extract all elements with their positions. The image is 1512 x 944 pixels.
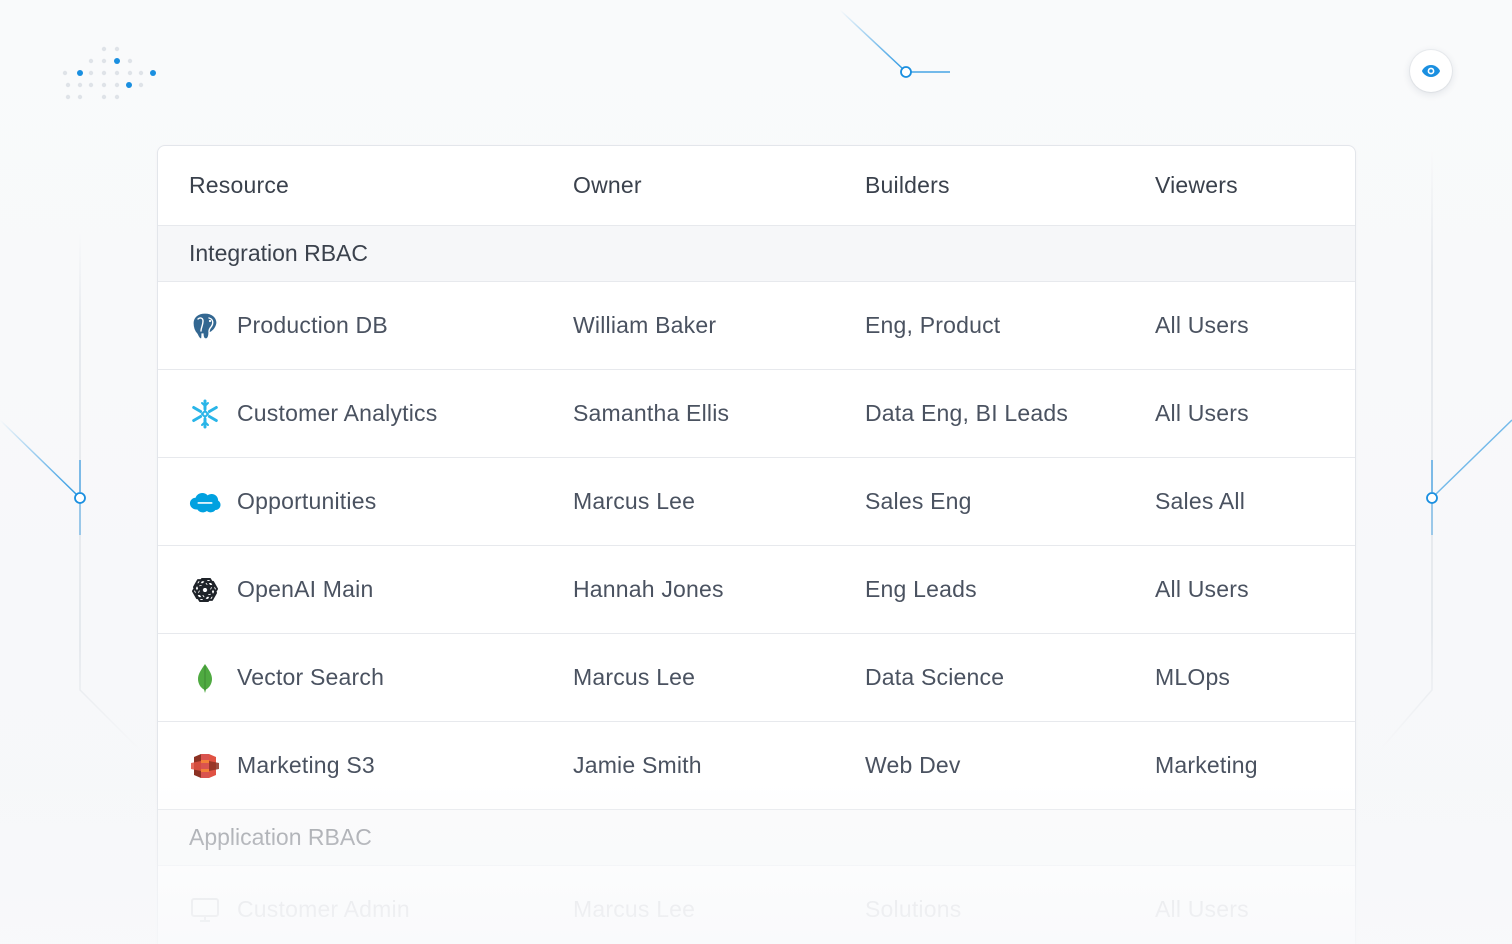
- table-row-opportunities[interactable]: Opportunities Marcus Lee Sales Eng Sales…: [158, 458, 1355, 546]
- owner-name: Jamie Smith: [573, 752, 702, 778]
- table-row-openai-main[interactable]: OpenAI Main Hannah Jones Eng Leads All U…: [158, 546, 1355, 634]
- openai-knot-icon: [189, 574, 221, 606]
- visibility-toggle-button[interactable]: [1410, 50, 1452, 92]
- owner-name: Marcus Lee: [573, 664, 696, 690]
- viewers-list: All Users: [1155, 896, 1249, 922]
- table-row-production-db[interactable]: Production DB William Baker Eng, Product…: [158, 282, 1355, 370]
- group-header-application-rbac[interactable]: Application RBAC: [158, 810, 1355, 866]
- viewers-list: Sales All: [1155, 488, 1246, 514]
- stage: Resource Owner Builders Viewers Integrat…: [0, 0, 1512, 944]
- rbac-table: Resource Owner Builders Viewers Integrat…: [157, 145, 1356, 944]
- owner-name: Marcus Lee: [573, 488, 696, 514]
- column-header-viewers[interactable]: Viewers: [1155, 172, 1238, 199]
- builders-list: Sales Eng: [865, 488, 972, 514]
- table-row-vector-search[interactable]: Vector Search Marcus Lee Data Science ML…: [158, 634, 1355, 722]
- monitor-icon: [189, 894, 221, 926]
- resource-name: OpenAI Main: [237, 576, 374, 602]
- viewers-list: Marketing: [1155, 752, 1258, 778]
- owner-name: Samantha Ellis: [573, 400, 730, 426]
- owner-name: Hannah Jones: [573, 576, 724, 602]
- builders-list: Web Dev: [865, 752, 961, 778]
- builders-list: Data Eng, BI Leads: [865, 400, 1069, 426]
- resource-name: Opportunities: [237, 488, 377, 514]
- builders-list: Eng, Product: [865, 312, 1001, 338]
- resource-name: Customer Admin: [237, 896, 410, 922]
- aws-s3-bucket-icon: [189, 750, 221, 782]
- dot-matrix: [62, 46, 156, 100]
- eye-icon: [1422, 65, 1440, 77]
- table-row-customer-analytics[interactable]: Customer Analytics Samantha Ellis Data E…: [158, 370, 1355, 458]
- postgres-elephant-icon: [189, 310, 221, 342]
- column-header-resource[interactable]: Resource: [189, 172, 289, 199]
- resource-name: Customer Analytics: [237, 400, 438, 426]
- snowflake-icon: [189, 398, 221, 430]
- column-header-owner[interactable]: Owner: [573, 172, 642, 199]
- mongodb-leaf-icon: [189, 662, 221, 694]
- salesforce-cloud-icon: [189, 486, 221, 518]
- owner-name: William Baker: [573, 312, 717, 338]
- viewers-list: All Users: [1155, 312, 1249, 338]
- viewers-list: MLOps: [1155, 664, 1231, 690]
- table-row-customer-admin[interactable]: Customer Admin Marcus Lee Solutions All …: [158, 866, 1355, 944]
- owner-name: Marcus Lee: [573, 896, 696, 922]
- viewers-list: All Users: [1155, 400, 1249, 426]
- table-row-marketing-s3[interactable]: Marketing S3 Jamie Smith Web Dev Marketi…: [158, 722, 1355, 810]
- group-title: Integration RBAC: [189, 240, 368, 266]
- builders-list: Solutions: [865, 896, 962, 922]
- group-title: Application RBAC: [189, 824, 372, 850]
- builders-list: Eng Leads: [865, 576, 977, 602]
- group-header-integration-rbac[interactable]: Integration RBAC: [158, 226, 1355, 282]
- resource-name: Production DB: [237, 312, 388, 338]
- resource-name: Marketing S3: [237, 752, 375, 778]
- column-header-builders[interactable]: Builders: [865, 172, 950, 199]
- viewers-list: All Users: [1155, 576, 1249, 602]
- resource-name: Vector Search: [237, 664, 385, 690]
- table-header-row: Resource Owner Builders Viewers: [158, 146, 1355, 226]
- builders-list: Data Science: [865, 664, 1005, 690]
